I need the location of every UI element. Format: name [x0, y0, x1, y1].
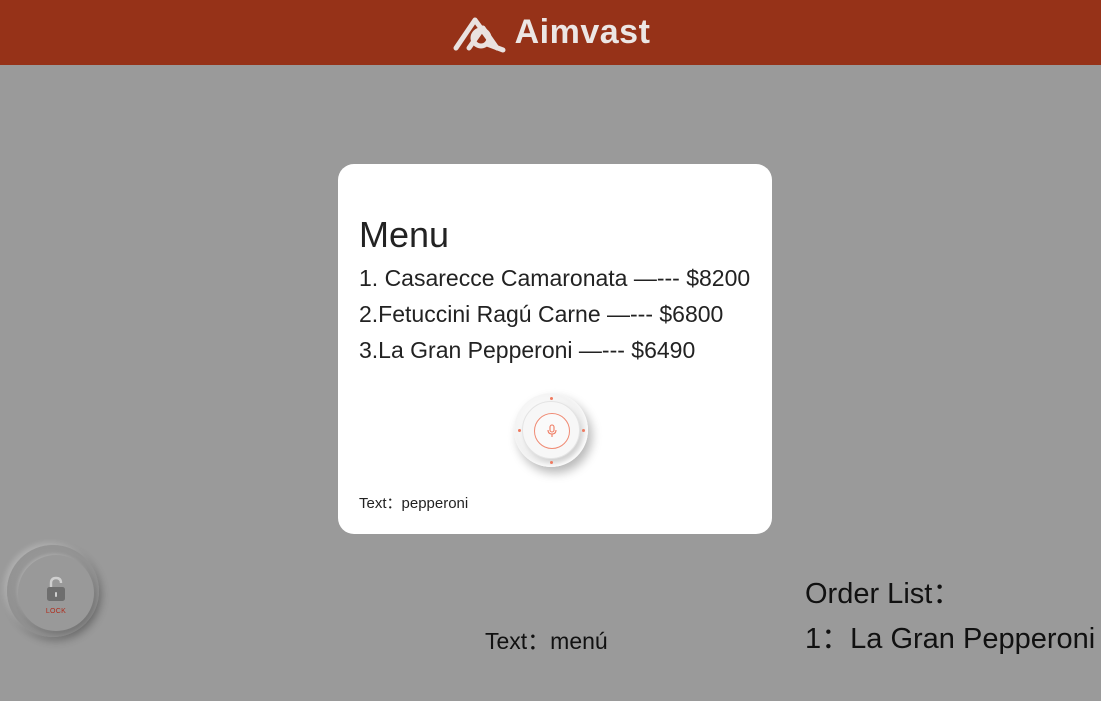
brand: Aimvast [451, 12, 651, 54]
lock-label: LOCK [45, 608, 67, 615]
mic-tick-left [518, 429, 521, 432]
lock-button-inner: LOCK [18, 555, 94, 631]
order-item: 1：La Gran Pepperoni [805, 623, 1096, 655]
mic-tick-top [550, 397, 553, 400]
voice-status-text: Text：menú [485, 628, 608, 654]
menu-item[interactable]: 3.La Gran Pepperoni —--- $6490 [359, 332, 750, 368]
mic-core [534, 413, 570, 449]
brand-name: Aimvast [514, 13, 651, 51]
mic-tick-right [582, 429, 585, 432]
menu-item[interactable]: 2.Fetuccini Ragú Carne —--- $6800 [359, 296, 750, 332]
lock-icon [47, 576, 65, 601]
order-list: 1：La Gran Pepperoni [805, 615, 1095, 657]
microphone-icon [547, 424, 557, 437]
menu-dialog: Menu 1. Casarecce Camaronata —--- $8200 … [338, 164, 772, 534]
lock-button[interactable]: LOCK [7, 545, 99, 637]
menu-list: 1. Casarecce Camaronata —--- $8200 2.Fet… [359, 260, 750, 368]
order-list-title: Order List： [805, 578, 962, 610]
voice-input-button[interactable] [514, 393, 592, 471]
menu-title: Menu [359, 214, 450, 256]
mic-tick-bottom [550, 461, 553, 464]
menu-item[interactable]: 1. Casarecce Camaronata —--- $8200 [359, 260, 750, 296]
recognized-text: Text：pepperoni [359, 495, 469, 512]
app-header: Aimvast [0, 0, 1101, 65]
aimvast-logo-icon [453, 17, 506, 52]
